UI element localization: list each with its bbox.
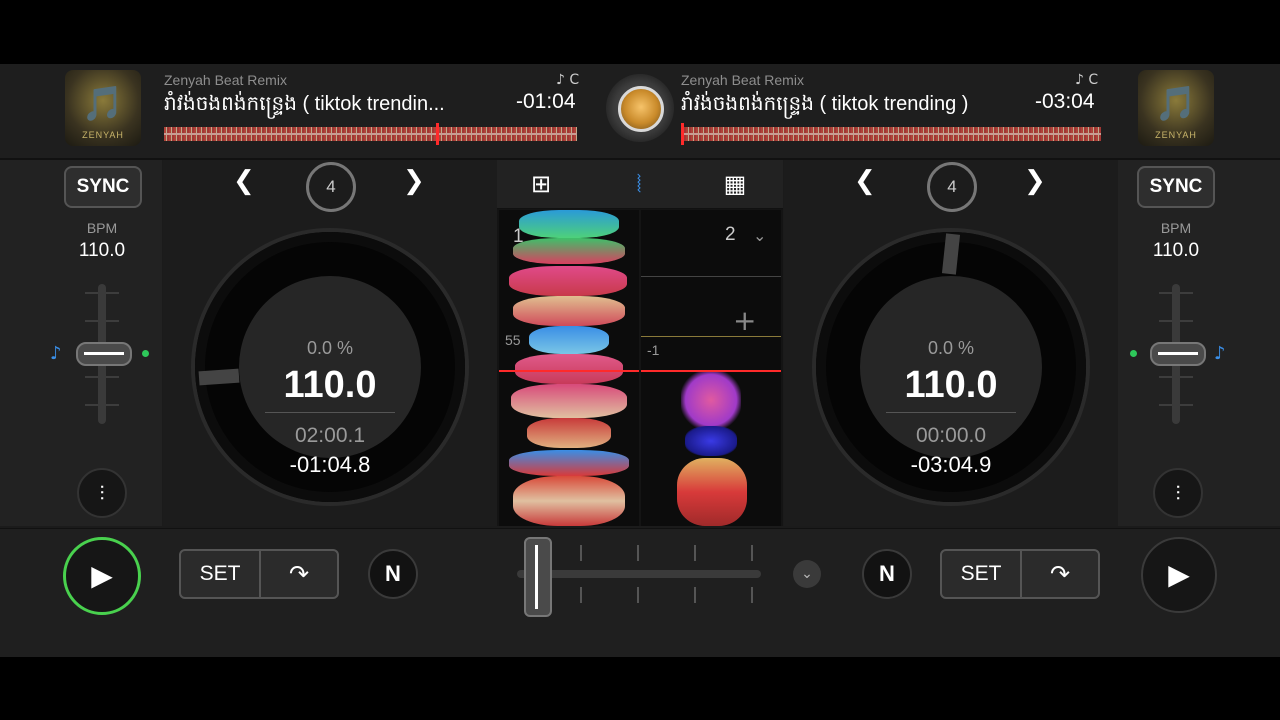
left-pitch-percent: 0.0 %: [306, 338, 354, 358]
right-elapsed-time: 00:00.0: [915, 424, 987, 447]
waveform-view-icon[interactable]: ⦚: [619, 168, 659, 200]
right-prev-icon[interactable]: ❮: [854, 166, 876, 196]
right-cue-jump-icon[interactable]: ↷: [1022, 551, 1098, 597]
add-cue-plus-icon[interactable]: +: [733, 304, 756, 337]
neural-mix-label: N: [385, 561, 401, 586]
left-jog-wheel[interactable]: 0.0 % 110.0 02:00.1 -01:04.8: [195, 232, 465, 502]
left-waveform-overview[interactable]: [164, 127, 577, 141]
left-artist: Zenyah Beat Remix: [164, 72, 287, 88]
cover-caption: ZENYAH: [82, 130, 124, 140]
left-play-button[interactable]: ▶: [63, 537, 141, 615]
left-prev-icon[interactable]: ❮: [233, 166, 255, 196]
right-scrolling-waveform[interactable]: 2 ⌄ + -1: [641, 210, 781, 526]
right-bpm-label: BPM: [1160, 220, 1192, 236]
left-pitch-fader-knob[interactable]: [76, 342, 132, 366]
center-waveform-panel: ⊞ ⦚ ▦ 1 55 2 ⌄ + -1: [497, 160, 783, 526]
left-cue-jump-icon[interactable]: ↷: [261, 551, 337, 597]
left-track-title: រាំវង់ចងពង់កន្ទ្រេង ( tiktok trendin...: [164, 93, 445, 115]
left-album-cover[interactable]: 🎵 ZENYAH: [65, 70, 141, 146]
transport-bar: ▶ SET ↷ N ⌄ N SET ↷ ▶: [0, 528, 1280, 657]
right-pitch-fader-knob[interactable]: [1150, 342, 1206, 366]
right-next-icon[interactable]: ❯: [1024, 166, 1046, 196]
track-header: 🎵 ZENYAH Zenyah Beat Remix រាំវង់ចងពង់កន…: [0, 64, 1280, 160]
right-playhead: [681, 123, 684, 145]
right-remaining-time: -03:04: [1035, 90, 1095, 113]
left-beat-marker: 55: [505, 332, 521, 348]
right-bpm-display: 110.0: [904, 364, 998, 406]
right-beat-marker: -1: [647, 342, 660, 358]
center-tabs: ⊞ ⦚ ▦: [497, 160, 783, 209]
neural-mix-label: N: [879, 561, 895, 586]
left-jog-center: 0.0 % 110.0 02:00.1 -01:04.8: [239, 276, 421, 477]
right-pitch-percent: 0.0 %: [927, 338, 975, 358]
left-side-panel: SYNC BPM 110.0 ♪ ⫶: [0, 160, 162, 526]
pitch-center-indicator: [1130, 350, 1137, 357]
keylock-note-icon[interactable]: ♪: [50, 343, 62, 364]
right-album-cover[interactable]: 🎵 ZENYAH: [1138, 70, 1214, 146]
right-loop-button[interactable]: 4: [927, 162, 977, 212]
center-logo-button[interactable]: [606, 74, 674, 142]
right-side-panel: SYNC BPM 110.0 ♪ ⫶: [1118, 160, 1280, 526]
left-playhead: [436, 123, 439, 145]
left-eq-mixer-icon[interactable]: ⫶: [77, 468, 127, 518]
left-scrolling-waveform[interactable]: 1 55: [499, 210, 639, 526]
right-remaining-detail: -03:04.9: [910, 452, 992, 477]
right-jog-wheel[interactable]: 0.0 % 110.0 00:00.0 -03:04.9: [816, 232, 1086, 502]
right-set-cue-button[interactable]: SET: [942, 551, 1022, 597]
left-cue-group: SET ↷: [179, 549, 339, 599]
right-neural-mix-button[interactable]: N: [862, 549, 912, 599]
left-loop-button[interactable]: 4: [306, 162, 356, 212]
right-track-title: រាំវង់ចងពង់កន្ទ្រេង ( tiktok trending ): [681, 93, 969, 115]
jog-position-marker: [198, 368, 240, 386]
right-cue-group: SET ↷: [940, 549, 1100, 599]
left-bpm-display: 110.0: [283, 364, 377, 406]
keylock-note-icon[interactable]: ♪: [1214, 343, 1226, 364]
left-beat-number: 1: [513, 226, 524, 247]
left-sync-button[interactable]: SYNC: [64, 166, 142, 208]
right-beat-number: 2: [725, 224, 736, 245]
right-sync-button[interactable]: SYNC: [1137, 166, 1215, 208]
dj-app: 🎵 ZENYAH Zenyah Beat Remix រាំវង់ចងពង់កន…: [0, 64, 1280, 657]
left-elapsed-time: 02:00.1: [294, 424, 366, 447]
left-key: ♪ C: [556, 72, 580, 88]
jog-position-marker: [941, 233, 961, 275]
right-jog-center: 0.0 % 110.0 00:00.0 -03:04.9: [860, 276, 1042, 477]
pitch-center-indicator: [142, 350, 149, 357]
left-remaining-detail: -01:04.8: [289, 452, 371, 477]
left-next-icon[interactable]: ❯: [403, 166, 425, 196]
left-set-cue-button[interactable]: SET: [181, 551, 261, 597]
left-deck: ❮ 4 ❯ 0.0 % 110.0 02:00.1 -01:04.8: [163, 160, 497, 526]
right-artist: Zenyah Beat Remix: [681, 72, 804, 88]
right-deck: ❮ 4 ❯ 0.0 % 110.0 00:00.0 -03:04.9: [784, 160, 1118, 526]
left-bpm-label: BPM: [86, 220, 118, 236]
crossfader-knob[interactable]: [524, 537, 552, 617]
crossfader-chevron-down-icon[interactable]: ⌄: [793, 560, 821, 588]
waveform-playhead: [499, 370, 639, 372]
right-bpm-value: 110.0: [1152, 240, 1200, 261]
left-remaining-time: -01:04: [516, 90, 576, 113]
music-note-icon: 🎵: [1154, 84, 1198, 124]
right-eq-mixer-icon[interactable]: ⫶: [1153, 468, 1203, 518]
mixer-view-icon[interactable]: ⊞: [521, 168, 561, 200]
beat-chevron-down-icon[interactable]: ⌄: [753, 226, 766, 246]
cover-caption: ZENYAH: [1155, 130, 1197, 140]
waveform-playhead: [641, 370, 781, 372]
left-neural-mix-button[interactable]: N: [368, 549, 418, 599]
right-key: ♪ C: [1075, 72, 1099, 88]
pads-view-icon[interactable]: ▦: [715, 168, 755, 200]
right-play-button[interactable]: ▶: [1141, 537, 1217, 613]
right-waveform-overview[interactable]: [681, 127, 1101, 141]
crossfader-track[interactable]: [517, 570, 761, 578]
left-bpm-value: 110.0: [78, 240, 126, 261]
music-note-icon: 🎵: [81, 84, 125, 124]
